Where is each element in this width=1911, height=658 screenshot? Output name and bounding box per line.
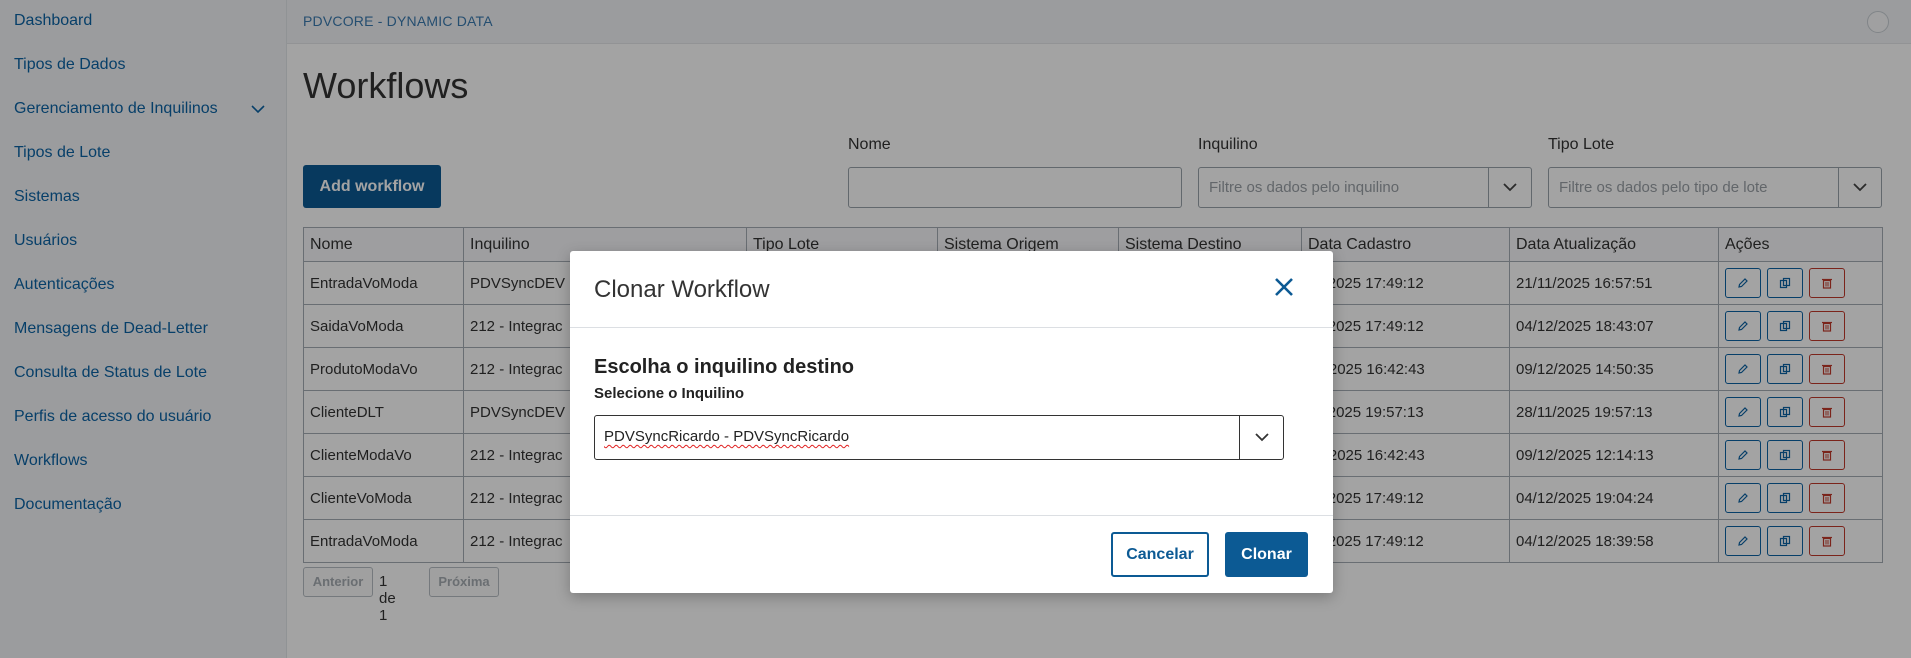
modal-title: Clonar Workflow [594, 276, 770, 303]
clone-workflow-modal: Clonar Workflow Escolha o inquilino dest… [570, 251, 1333, 593]
cancel-button[interactable]: Cancelar [1111, 532, 1209, 577]
chevron-down-icon[interactable] [1239, 416, 1283, 459]
divider [570, 327, 1333, 328]
tenant-select[interactable]: PDVSyncRicardo - PDVSyncRicardo [594, 415, 1284, 460]
tenant-select-label: Selecione o Inquilino [594, 385, 745, 402]
modal-heading: Escolha o inquilino destino [594, 356, 855, 378]
close-icon[interactable] [1272, 275, 1296, 299]
clone-button[interactable]: Clonar [1225, 532, 1308, 577]
tenant-select-value: PDVSyncRicardo - PDVSyncRicardo [604, 428, 850, 445]
divider [570, 515, 1333, 516]
